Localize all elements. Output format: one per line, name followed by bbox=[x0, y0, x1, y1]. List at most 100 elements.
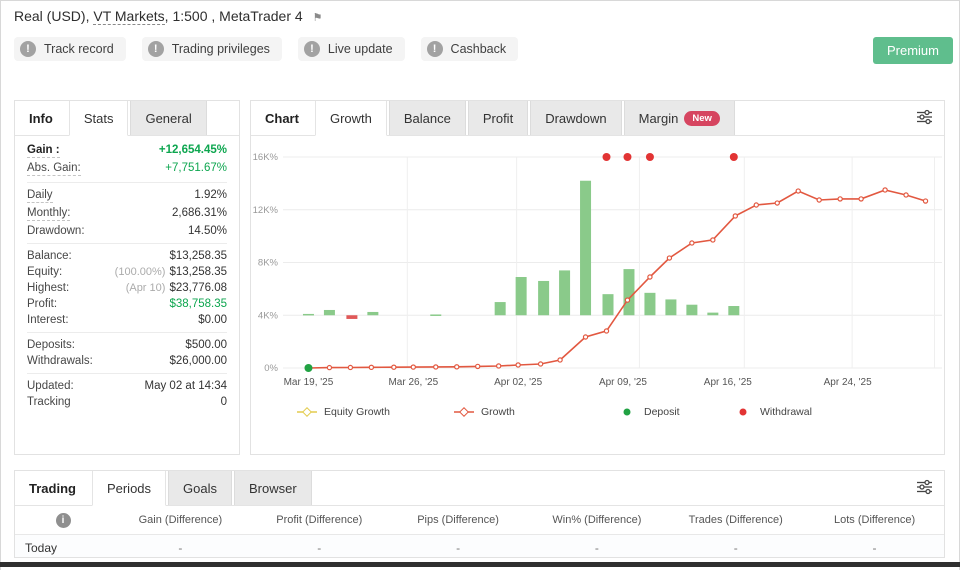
stat-value-balance: $13,258.35 bbox=[169, 250, 227, 262]
row-cell: - bbox=[389, 541, 528, 555]
chart-tab-margin[interactable]: MarginNew bbox=[624, 101, 735, 135]
svg-text:Apr 09, '25: Apr 09, '25 bbox=[599, 377, 647, 388]
alert-icon: ! bbox=[304, 41, 320, 57]
stat-row: Balance: $13,258.35 bbox=[27, 248, 227, 264]
stat-label-profit: Profit: bbox=[27, 298, 57, 310]
badge-label: Cashback bbox=[451, 42, 507, 56]
svg-text:12K%: 12K% bbox=[253, 205, 279, 216]
trading-tab-goals[interactable]: Goals bbox=[168, 471, 232, 505]
stat-value-drawdown: 14.50% bbox=[188, 225, 227, 237]
stat-label-highest: Highest: bbox=[27, 282, 69, 294]
trading-tab-periods[interactable]: Periods bbox=[92, 471, 166, 506]
stat-row: Updated: May 02 at 14:34 bbox=[27, 378, 227, 394]
stat-value-updated: May 02 at 14:34 bbox=[145, 380, 227, 392]
row-cell: - bbox=[527, 541, 666, 555]
badge-label: Track record bbox=[44, 42, 114, 56]
table-header-trades-difference: Trades (Difference) bbox=[666, 514, 805, 526]
badge-label: Live update bbox=[328, 42, 393, 56]
trading-tab-label: Goals bbox=[183, 481, 217, 496]
stat-label-monthly: Monthly: bbox=[27, 207, 70, 221]
stats-panel-head: Info StatsGeneral bbox=[15, 101, 239, 136]
chart-tab-growth[interactable]: Growth bbox=[315, 101, 387, 136]
trading-tab-label: Browser bbox=[249, 481, 297, 496]
stat-value-prefix: (Apr 10) bbox=[126, 282, 166, 294]
stat-label-deposits: Deposits: bbox=[27, 339, 75, 351]
svg-text:Withdrawal: Withdrawal bbox=[760, 406, 812, 418]
stat-value-tracking: 0 bbox=[221, 396, 227, 408]
chart-settings-icon[interactable] bbox=[916, 109, 933, 130]
badge-cashback[interactable]: ! Cashback bbox=[421, 37, 519, 61]
table-row[interactable]: Today------ bbox=[15, 534, 944, 558]
periods-table-head: i Gain (Difference)Profit (Difference)Pi… bbox=[15, 506, 944, 534]
stat-label-daily: Daily bbox=[27, 189, 53, 203]
chart-panel-head: Chart Growth Balance Profit DrawdownMarginN… bbox=[251, 101, 944, 136]
chart-tab-drawdown[interactable]: Drawdown bbox=[530, 101, 621, 135]
stat-value-withdrawals: $26,000.00 bbox=[169, 355, 227, 367]
trading-tab-label: Periods bbox=[107, 481, 151, 496]
stat-row: Daily 1.92% bbox=[27, 187, 227, 205]
alert-icon: ! bbox=[148, 41, 164, 57]
stats-group: Deposits:$500.00Withdrawals:$26,000.00 bbox=[27, 332, 227, 373]
stat-row: Interest:$0.00 bbox=[27, 312, 227, 328]
trading-tabs: Periods Goals Browser bbox=[90, 471, 312, 505]
stat-label-interest: Interest: bbox=[27, 314, 69, 326]
alert-icon: ! bbox=[20, 41, 36, 57]
svg-text:Apr 24, '25: Apr 24, '25 bbox=[824, 377, 872, 388]
stat-label-equity: Equity: bbox=[27, 266, 62, 278]
flag-icon: ⚑ bbox=[313, 12, 323, 24]
growth-chart[interactable]: 0%4K%8K%12K%16K%Mar 19, '25Mar 26, '25Ap… bbox=[251, 136, 944, 456]
stat-value-gain: +12,654.45% bbox=[159, 144, 227, 156]
chart-tab-balance[interactable]: Balance bbox=[389, 101, 466, 135]
stat-value-daily: 1.92% bbox=[194, 189, 227, 201]
row-cell: - bbox=[250, 541, 389, 555]
chart-tab-label: Balance bbox=[404, 111, 451, 126]
stats-panel: Info StatsGeneral Gain :+12,654.45%Abs. … bbox=[14, 100, 240, 455]
alert-icon: ! bbox=[427, 41, 443, 57]
stats-tab-label: General bbox=[145, 111, 191, 126]
periods-table-body: Today------ bbox=[15, 534, 944, 558]
row-cell: - bbox=[111, 541, 250, 555]
stats-group: Updated:May 02 at 14:34Tracking0 bbox=[27, 373, 227, 414]
table-header-gain-difference: Gain (Difference) bbox=[111, 514, 250, 526]
info-icon[interactable]: i bbox=[56, 513, 71, 528]
svg-text:Apr 16, '25: Apr 16, '25 bbox=[704, 377, 752, 388]
stats-tab-general[interactable]: General bbox=[130, 101, 206, 135]
chart-panel: Chart Growth Balance Profit DrawdownMarginN… bbox=[250, 100, 945, 455]
svg-text:Apr 02, '25: Apr 02, '25 bbox=[494, 377, 542, 388]
chart-tab-label: Profit bbox=[483, 111, 513, 126]
stat-value-profit: $38,758.35 bbox=[169, 298, 227, 310]
chart-tab-profit[interactable]: Profit bbox=[468, 101, 528, 135]
stat-label-balance: Balance: bbox=[27, 250, 72, 262]
stats-body: Gain : +12,654.45% Abs. Gain:+7,751.67% Dai… bbox=[15, 136, 239, 416]
badge-live-update[interactable]: ! Live update bbox=[298, 37, 405, 61]
bottom-divider bbox=[0, 562, 960, 567]
table-header-lots-difference: Lots (Difference) bbox=[805, 514, 944, 526]
stat-value-deposits: $500.00 bbox=[185, 339, 227, 351]
svg-text:Deposit: Deposit bbox=[644, 406, 680, 418]
stats-tab-stats[interactable]: Stats bbox=[69, 101, 129, 136]
trading-panel-title: Trading bbox=[15, 471, 90, 505]
trading-panel: Trading Periods Goals Browser i Gain (Diff… bbox=[14, 470, 945, 558]
stat-label-updated: Updated: bbox=[27, 380, 74, 392]
stat-label-gain: Gain : bbox=[27, 144, 60, 158]
badges-row: ! Track record !Trading privileges! Live up… bbox=[14, 37, 518, 61]
stats-group: Gain : +12,654.45% Abs. Gain:+7,751.67% bbox=[27, 138, 227, 182]
stat-value-highest: (Apr 10)$23,776.08 bbox=[126, 282, 227, 294]
stat-row: Abs. Gain:+7,751.67% bbox=[27, 160, 227, 178]
svg-text:0%: 0% bbox=[264, 363, 278, 374]
stats-group: Daily1.92%Monthly:2,686.31%Drawdown:14.5… bbox=[27, 182, 227, 243]
badge-trading-privileges[interactable]: !Trading privileges bbox=[142, 37, 282, 61]
trading-settings-icon[interactable] bbox=[916, 479, 933, 500]
premium-button[interactable]: Premium bbox=[873, 37, 953, 64]
table-header-profit-difference: Profit (Difference) bbox=[250, 514, 389, 526]
stat-value-monthly: 2,686.31% bbox=[172, 207, 227, 219]
badge-track-record[interactable]: ! Track record bbox=[14, 37, 126, 61]
svg-text:Growth: Growth bbox=[481, 406, 515, 418]
broker-link[interactable]: VT Markets bbox=[93, 8, 164, 25]
trading-tab-browser[interactable]: Browser bbox=[234, 471, 312, 505]
account-details: , 1:500 , MetaTrader 4 bbox=[165, 8, 303, 24]
chart-panel-title: Chart bbox=[251, 101, 313, 135]
new-badge: New bbox=[684, 111, 720, 126]
stat-row: Gain : +12,654.45% bbox=[27, 142, 227, 160]
stat-value-equity: (100.00%)$13,258.35 bbox=[115, 266, 227, 278]
